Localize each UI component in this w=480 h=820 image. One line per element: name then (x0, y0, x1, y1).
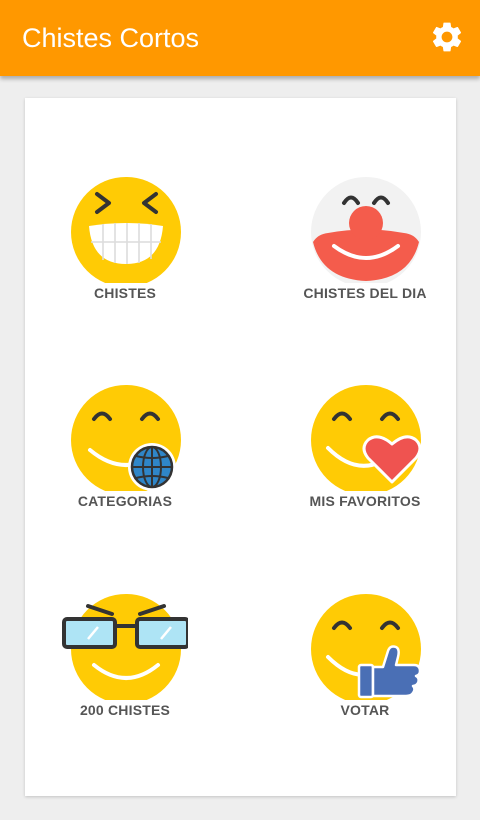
menu-item-votar[interactable]: VOTAR (265, 585, 465, 765)
clown-face-icon (311, 177, 421, 283)
menu-item-categorias[interactable]: CATEGORIAS (25, 376, 225, 556)
menu-card: CHISTES CHISTES DEL DIA CATEGORIAS MIS F… (25, 98, 456, 796)
settings-button[interactable] (424, 14, 470, 60)
menu-label-votar: VOTAR (340, 702, 390, 718)
menu-label-200-chistes: 200 CHISTES (79, 702, 171, 718)
grinning-face-icon (71, 177, 181, 283)
smiley-thumbs-up-icon (311, 594, 422, 700)
menu-label-categorias: CATEGORIAS (77, 493, 173, 509)
menu-item-mis-favoritos[interactable]: MIS FAVORITOS (265, 376, 465, 556)
smiley-sunglasses-icon (62, 594, 188, 700)
app-bar: Chistes Cortos (0, 0, 480, 76)
menu-label-chistes-del-dia: CHISTES DEL DIA (303, 285, 427, 301)
menu-item-chistes-del-dia[interactable]: CHISTES DEL DIA (265, 168, 465, 348)
gear-icon (432, 22, 462, 52)
menu-item-chistes[interactable]: CHISTES (25, 168, 225, 348)
menu-label-mis-favoritos: MIS FAVORITOS (309, 493, 421, 509)
smiley-globe-icon (71, 385, 181, 491)
menu-label-chistes: CHISTES (93, 285, 157, 301)
app-title: Chistes Cortos (22, 23, 200, 53)
smiley-heart-icon (311, 385, 422, 491)
menu-item-200-chistes[interactable]: 200 CHISTES (25, 585, 225, 765)
